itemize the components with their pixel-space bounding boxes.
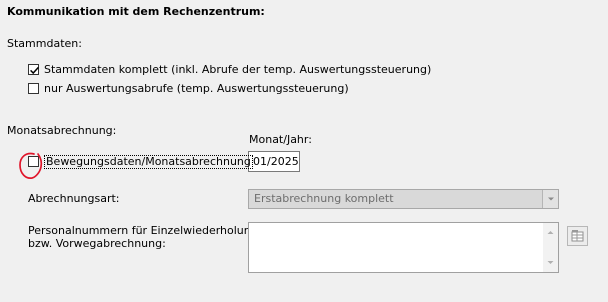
- chevron-down-icon: [548, 197, 554, 201]
- red-circle-annotation: [19, 152, 43, 179]
- personnel-numbers-textarea[interactable]: [248, 222, 559, 273]
- stammdaten-eval-only-checkbox[interactable]: [28, 83, 39, 94]
- movement-data-label: Bewegungsdaten/Monatsabrechnung: [44, 155, 253, 169]
- checkmark-icon: [30, 66, 39, 75]
- billing-type-value: Erstabrechnung komplett: [254, 192, 394, 205]
- scroll-arrows-icon: [547, 231, 554, 264]
- stammdaten-complete-checkbox[interactable]: [28, 64, 39, 75]
- month-year-label: Monat/Jahr:: [249, 133, 312, 146]
- personnel-scrollbar[interactable]: [543, 223, 558, 272]
- monatsabrechnung-label: Monatsabrechnung:: [7, 124, 117, 137]
- billing-type-dropdown-button[interactable]: [542, 190, 558, 208]
- personnel-lookup-button[interactable]: [567, 226, 588, 246]
- stammdaten-eval-only-label: nur Auswertungsabrufe (temp. Auswertungs…: [44, 82, 349, 95]
- stammdaten-complete-label: Stammdaten komplett (inkl. Abrufe der te…: [44, 63, 432, 76]
- month-year-input[interactable]: 01/2025: [248, 151, 300, 172]
- stammdaten-label: Stammdaten:: [7, 37, 82, 50]
- personnel-label-line1: Personalnummern für Einzelwiederholung: [28, 224, 258, 237]
- billing-type-label: Abrechnungsart:: [28, 192, 120, 205]
- section-title: Kommunikation mit dem Rechenzentrum:: [7, 5, 265, 18]
- personnel-label-line2: bzw. Vorwegabrechnung:: [28, 237, 166, 250]
- month-year-value: 01/2025: [253, 155, 299, 168]
- table-lookup-icon: [571, 230, 584, 242]
- billing-type-select[interactable]: Erstabrechnung komplett: [248, 189, 559, 209]
